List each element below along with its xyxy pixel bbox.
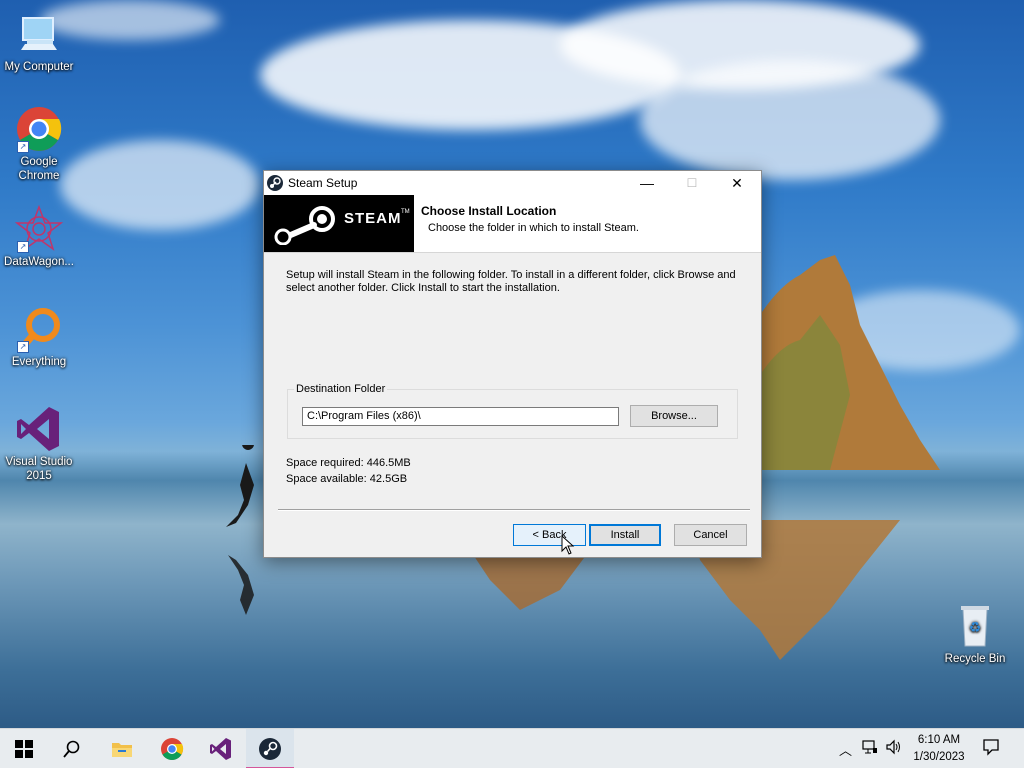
desktop-icon-label: Recycle Bin: [944, 653, 1006, 665]
shortcut-arrow-icon: ↗: [17, 141, 29, 153]
taskbar-visual-studio[interactable]: [197, 729, 245, 768]
cloud-shape: [60, 140, 260, 230]
clock-date[interactable]: 1/30/2023: [907, 751, 971, 763]
taskbar-chrome[interactable]: [148, 729, 196, 768]
desktop-icon-google-chrome[interactable]: ↗ Google Chrome: [1, 105, 77, 183]
separator: [278, 509, 750, 511]
desktop-icon-everything[interactable]: ↗ Everything: [1, 305, 77, 369]
steam-banner: STEAM TM: [264, 195, 414, 252]
wizard-header: STEAM TM Choose Install Location Choose …: [264, 195, 761, 253]
desktop-icon-label: Visual Studio 2015: [5, 456, 73, 482]
space-available-text: Space available: 42.5GB: [286, 473, 408, 485]
instructions-text: Setup will install Steam in the followin…: [286, 269, 736, 294]
clock-time[interactable]: 6:10 AM: [911, 734, 967, 746]
mouse-pointer-icon: [561, 535, 575, 555]
rock-reflection: [470, 550, 590, 610]
install-button[interactable]: Install: [589, 524, 661, 546]
chrome-icon: ↗: [15, 105, 63, 153]
runner-silhouette: [226, 445, 254, 635]
steam-wordmark: STEAM: [344, 210, 402, 227]
desktop-icon-visual-studio[interactable]: Visual Studio 2015: [1, 405, 77, 483]
visual-studio-icon: [15, 405, 63, 453]
recycle-bin-icon: ♻: [951, 602, 999, 650]
sea-rock: [760, 255, 940, 470]
svg-text:♻: ♻: [969, 619, 982, 635]
chrome-icon: [161, 738, 184, 760]
show-hidden-icons-chevron-icon[interactable]: ︿: [839, 740, 852, 759]
visual-studio-icon: [210, 738, 231, 760]
shortcut-arrow-icon: ↗: [17, 241, 29, 253]
steam-icon: [259, 738, 281, 760]
desktop-icon-label: My Computer: [4, 61, 74, 73]
browse-button[interactable]: Browse...: [630, 405, 718, 427]
desktop-icon-datawagon[interactable]: ↗ DataWagon...: [1, 204, 77, 269]
search-icon: [63, 740, 80, 758]
back-button[interactable]: < Back: [513, 524, 586, 546]
desktop-icon-recycle-bin[interactable]: ♻ Recycle Bin: [937, 602, 1013, 666]
destination-folder-group: Destination Folder C:\Program Files (x86…: [287, 383, 738, 439]
desktop-icon-label: DataWagon...: [4, 256, 74, 268]
taskbar-steam[interactable]: [246, 729, 294, 768]
network-icon[interactable]: [862, 739, 878, 758]
space-required-text: Space required: 446.5MB: [286, 457, 411, 469]
desktop-icon-my-computer[interactable]: My Computer: [1, 10, 77, 74]
datawagon-icon: ↗: [14, 204, 64, 253]
window-title: Steam Setup: [288, 176, 358, 190]
notifications-icon[interactable]: [982, 738, 1000, 759]
trademark-mark: TM: [401, 209, 410, 215]
everything-search-icon: ↗: [15, 305, 63, 353]
steam-setup-dialog: Steam Setup — ☐ ✕ STEAM TM Choose Instal…: [263, 170, 762, 558]
volume-icon[interactable]: [885, 739, 901, 758]
search-button[interactable]: [48, 729, 96, 768]
title-bar[interactable]: Steam Setup — ☐ ✕: [264, 171, 761, 195]
shortcut-arrow-icon: ↗: [17, 341, 29, 353]
windows-start-icon: [15, 740, 33, 758]
install-path-input[interactable]: C:\Program Files (x86)\: [302, 407, 619, 426]
steam-icon: [267, 175, 283, 191]
page-title: Choose Install Location: [421, 204, 557, 218]
steam-logo-icon: [274, 206, 335, 245]
start-button[interactable]: [0, 729, 48, 768]
minimize-button[interactable]: —: [624, 171, 670, 195]
page-subtitle: Choose the folder in which to install St…: [428, 222, 639, 234]
close-button[interactable]: ✕: [714, 171, 760, 195]
taskbar: ︿ 6:10 AM 1/30/2023: [0, 728, 1024, 768]
cancel-button[interactable]: Cancel: [674, 524, 747, 546]
taskbar-file-explorer[interactable]: [98, 729, 146, 768]
cloud-shape: [640, 60, 940, 180]
computer-icon: [15, 10, 63, 58]
desktop-icon-label: Google Chrome: [18, 156, 60, 182]
file-explorer-icon: [112, 743, 132, 757]
desktop-icon-label: Everything: [11, 356, 67, 368]
destination-folder-label: Destination Folder: [294, 383, 388, 395]
maximize-button: ☐: [686, 176, 698, 190]
